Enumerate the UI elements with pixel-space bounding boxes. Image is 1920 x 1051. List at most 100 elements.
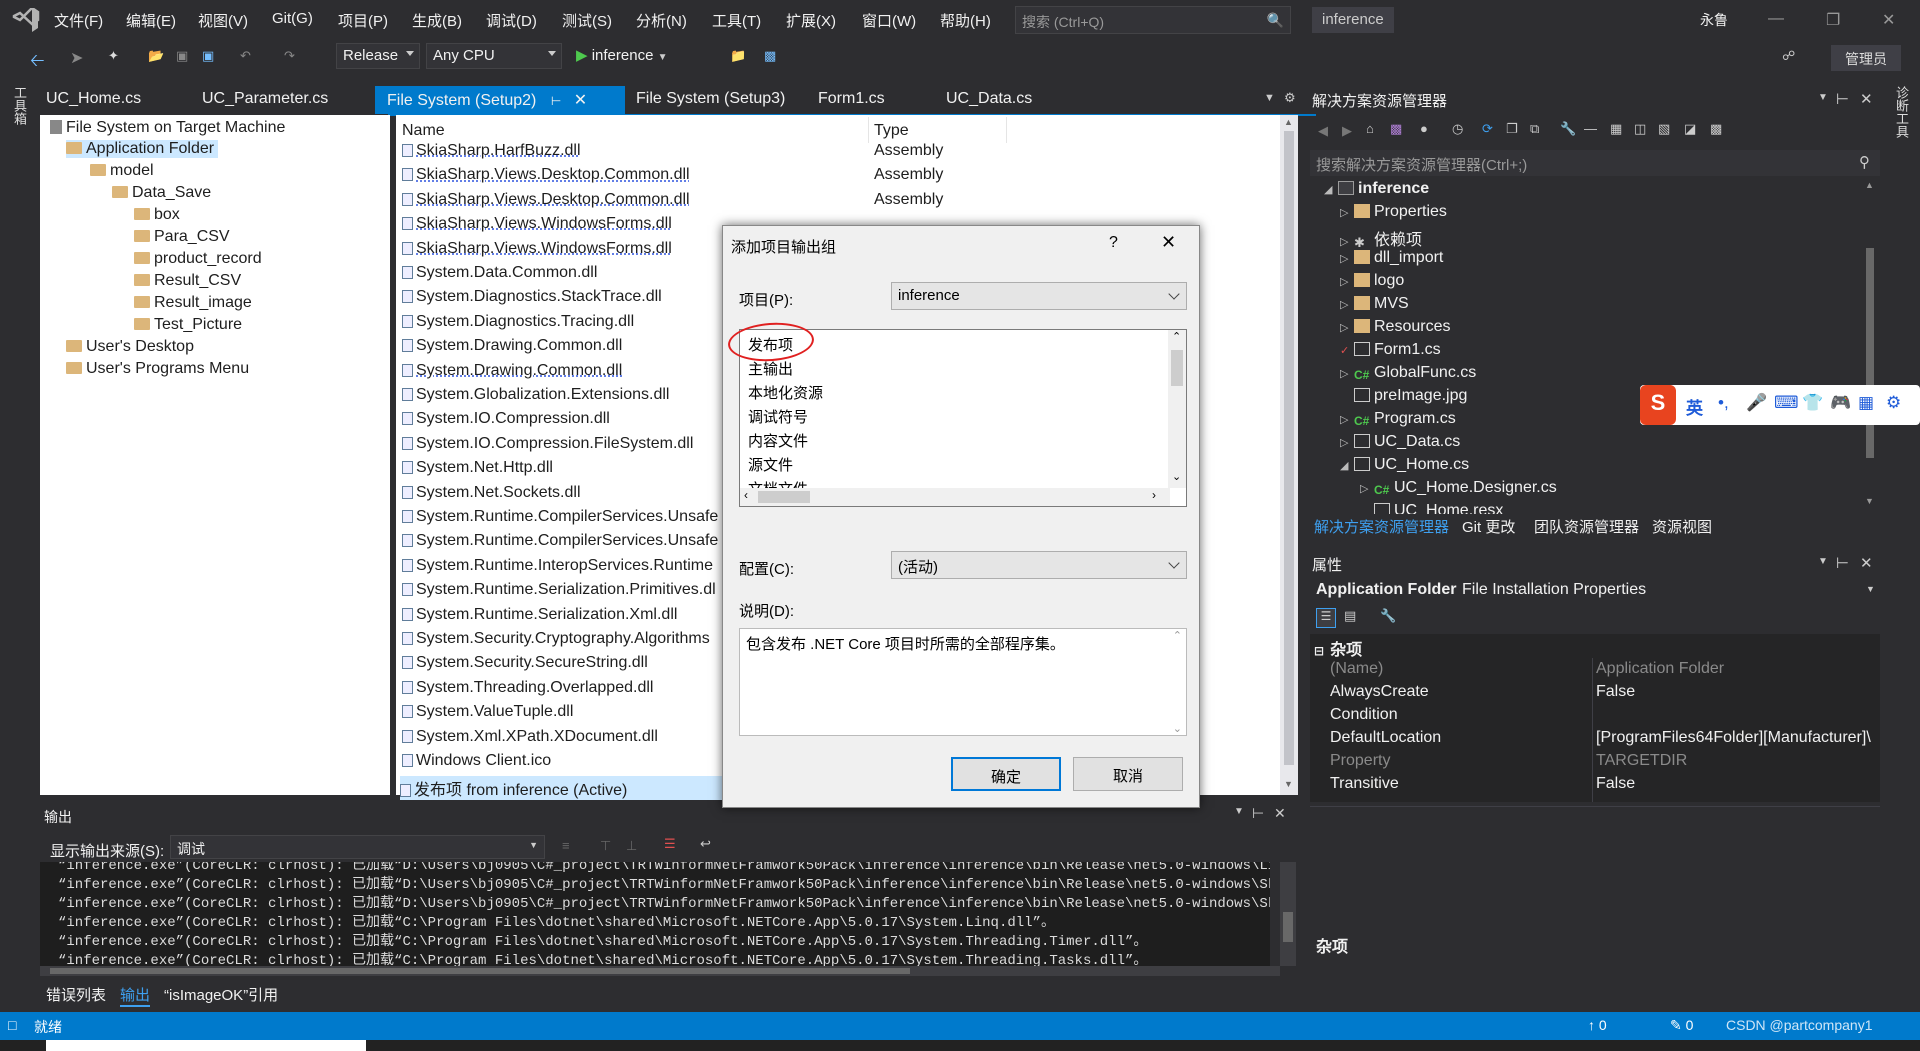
scroll-up-icon[interactable]: ⌃	[1172, 330, 1181, 343]
menu-git[interactable]: Git(G)	[272, 10, 313, 27]
file-row[interactable]: System.Runtime.CompilerServices.Unsafe	[402, 532, 718, 550]
platform-select[interactable]: Any CPU	[426, 43, 562, 69]
menu-file[interactable]: 文件(F)	[54, 10, 103, 31]
open-file-icon[interactable]: 📁	[730, 48, 746, 64]
list-item-localized-resources[interactable]: 本地化资源	[748, 382, 823, 403]
tab-dropdown-icon[interactable]: ▼	[1264, 92, 1275, 104]
ok-button[interactable]: 确定	[951, 757, 1061, 791]
find-message-icon[interactable]: ≡	[562, 838, 570, 853]
tree-item-uc-home-resx[interactable]: UC_Home.resx	[1374, 502, 1503, 514]
tree-item-box[interactable]: box	[134, 206, 180, 224]
menu-build[interactable]: 生成(B)	[412, 10, 462, 31]
keyboard-icon[interactable]: ⌨	[1774, 393, 1799, 413]
output-hscroll[interactable]	[40, 966, 1280, 976]
output-text[interactable]: “inference.exe”(CoreCLR: clrhost): 已加载“D…	[40, 862, 1270, 966]
tree-item-inference[interactable]: ◢ inference	[1324, 180, 1429, 198]
file-row[interactable]: System.Runtime.Serialization.Xml.dll	[402, 606, 677, 624]
tab-uc-parameter[interactable]: UC_Parameter.cs	[190, 86, 340, 114]
tree-item-uc-home-designer[interactable]: ▷ C# UC_Home.Designer.cs	[1360, 479, 1557, 497]
file-row[interactable]: SkiaSharp.HarfBuzz.dll	[402, 142, 581, 160]
list-hscroll[interactable]: ‹ ›	[740, 488, 1170, 506]
game-icon[interactable]: 🎮	[1830, 393, 1851, 413]
scroll-up-icon[interactable]: ▲	[1284, 117, 1293, 127]
screenshot-icon[interactable]: ▩	[764, 48, 776, 64]
output-group-list[interactable]: 发布项 主输出 本地化资源 调试符号 内容文件 源文件 文档文件 ⌃ ⌄ ‹ ›	[739, 329, 1187, 507]
file-row[interactable]: System.Data.Common.dll	[402, 264, 597, 282]
configuration-select[interactable]: Release	[336, 43, 420, 69]
tab-resource-view[interactable]: 资源视图	[1652, 516, 1712, 537]
forward-icon[interactable]: ▶	[1342, 123, 1352, 139]
tab-references[interactable]: “isImageOK”引用	[164, 984, 278, 1005]
open-folder-icon[interactable]: 📂	[148, 48, 164, 64]
forward-icon[interactable]: ➤	[70, 48, 83, 68]
column-header-name[interactable]: Name	[402, 122, 445, 140]
tree-item-dependencies[interactable]: ▷ ✱ 依赖项	[1340, 226, 1422, 250]
tab-uc-home[interactable]: UC_Home.cs	[34, 86, 153, 114]
collapse-all-icon[interactable]: ❐	[1506, 121, 1518, 137]
ime-language-toggle[interactable]: 英	[1686, 394, 1703, 419]
tree-item-result-csv[interactable]: Result_CSV	[134, 272, 241, 290]
menu-help[interactable]: 帮助(H)	[940, 10, 991, 31]
tree-item-application-folder[interactable]: Application Folder	[66, 140, 219, 158]
apps-grid-icon[interactable]: ▦	[1858, 393, 1874, 413]
configuration-select[interactable]: (活动)	[891, 551, 1187, 579]
list-item-debug-symbols[interactable]: 调试符号	[748, 406, 808, 427]
alphabetical-icon[interactable]: ▤	[1344, 608, 1356, 624]
property-row[interactable]: Property TARGETDIR	[1310, 752, 1880, 775]
tree-item-users-desktop[interactable]: User's Desktop	[66, 338, 194, 356]
tree-item-data-save[interactable]: Data_Save	[112, 184, 211, 202]
scroll-thumb[interactable]	[758, 491, 810, 503]
class-view-icon[interactable]: ▦	[1610, 121, 1622, 137]
clear-all-icon[interactable]: ☰	[664, 836, 676, 852]
categorized-icon[interactable]: ☰	[1316, 608, 1336, 628]
file-row[interactable]: System.IO.Compression.FileSystem.dll	[402, 435, 693, 453]
file-row[interactable]: Windows Client.ico	[402, 752, 551, 770]
redo-icon[interactable]: ↷	[284, 48, 295, 64]
pin-icon[interactable]: ⊢	[1836, 90, 1849, 108]
close-tab-icon[interactable]: ✕	[574, 92, 587, 109]
save-icon[interactable]: ▣	[176, 48, 188, 64]
help-icon[interactable]: ?	[1109, 234, 1118, 252]
diagnostics-strip[interactable]: 诊断工具	[1884, 86, 1920, 1006]
next-message-icon[interactable]: ⊥	[626, 838, 637, 854]
property-row[interactable]: Condition	[1310, 706, 1880, 729]
file-row[interactable]: System.Net.Http.dll	[402, 459, 553, 477]
preview-icon[interactable]: ▧	[1658, 121, 1670, 137]
file-row[interactable]: System.Globalization.Extensions.dll	[402, 386, 669, 404]
tree-item-logo[interactable]: ▷ logo	[1340, 272, 1404, 290]
scroll-left-icon[interactable]: ‹	[744, 488, 748, 502]
sync-with-document-icon[interactable]: ◪	[1684, 121, 1696, 137]
output-source-select[interactable]: 调试 ▼	[170, 835, 545, 859]
menu-test[interactable]: 测试(S)	[562, 10, 612, 31]
user-account[interactable]: 永鲁	[1700, 10, 1728, 30]
scroll-up-icon[interactable]: ⌃	[1173, 629, 1182, 642]
file-row[interactable]: SkiaSharp.Views.WindowsForms.dll	[402, 240, 672, 258]
minimize-icon[interactable]: —	[1768, 10, 1784, 28]
file-list-scrollbar[interactable]: ▲ ▼	[1280, 115, 1298, 795]
file-row[interactable]: System.Drawing.Common.dll	[402, 362, 622, 380]
list-item-source-files[interactable]: 源文件	[748, 454, 793, 475]
back-icon[interactable]: 🡠	[30, 48, 45, 78]
prev-message-icon[interactable]: ⊤	[600, 838, 611, 854]
punctuation-icon[interactable]: •,	[1718, 393, 1729, 413]
tree-item-properties[interactable]: ▷ Properties	[1340, 203, 1447, 221]
skin-icon[interactable]: 👕	[1802, 393, 1823, 413]
scroll-up-icon[interactable]: ▲	[1865, 180, 1874, 190]
tree-item-test-picture[interactable]: Test_Picture	[134, 316, 242, 334]
close-icon[interactable]: ✕	[1274, 805, 1286, 822]
property-pages-wrench-icon[interactable]: 🔧	[1380, 608, 1396, 624]
gear-icon[interactable]: ⚙	[1284, 90, 1296, 106]
category-header[interactable]: ⊟ 杂项	[1314, 636, 1362, 660]
panel-dropdown-icon[interactable]: ▼	[1818, 92, 1828, 103]
close-icon[interactable]: ✕	[1882, 10, 1895, 30]
file-row[interactable]: System.Threading.Overlapped.dll	[402, 679, 653, 697]
tree-item-form1[interactable]: ✓ Form1.cs	[1340, 341, 1441, 359]
panel-dropdown-icon[interactable]: ▼	[1818, 556, 1828, 567]
property-row[interactable]: DefaultLocation [ProgramFiles64Folder][Ma…	[1310, 729, 1880, 752]
undo-icon[interactable]: ↶	[240, 48, 251, 64]
tree-item-model[interactable]: model	[90, 162, 154, 180]
properties-wrench-icon[interactable]: 🔧	[1560, 121, 1576, 137]
tree-item-globalfunc[interactable]: ▷ C# GlobalFunc.cs	[1340, 364, 1476, 382]
git-icon[interactable]: ●	[1420, 121, 1428, 136]
scroll-down-icon[interactable]: ⌄	[1172, 470, 1181, 483]
